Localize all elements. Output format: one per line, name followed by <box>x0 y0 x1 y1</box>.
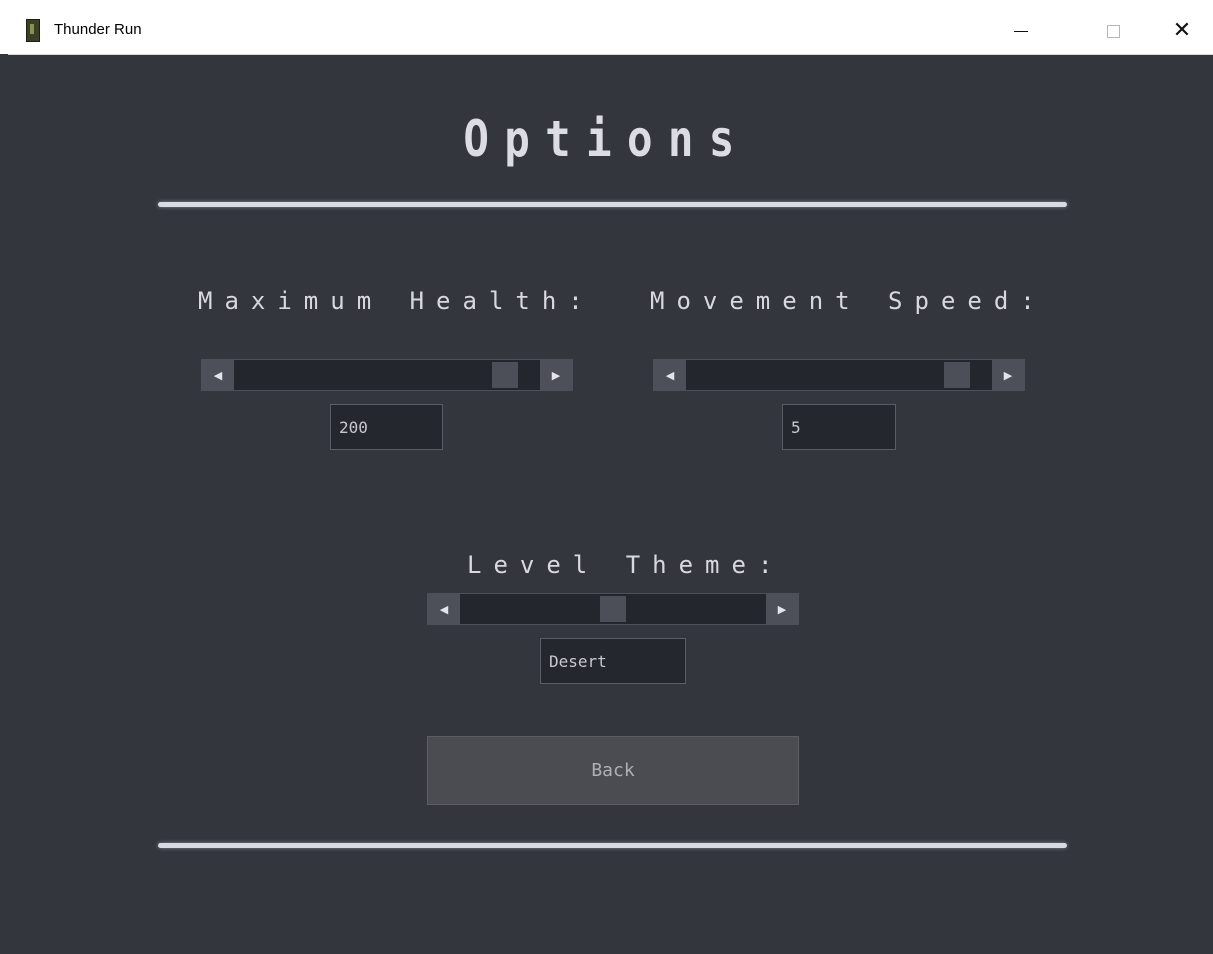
back-button[interactable]: Back <box>427 736 799 805</box>
move-speed-increase-button[interactable]: ▶ <box>992 360 1024 390</box>
move-speed-value: 5 <box>782 404 896 450</box>
maximize-icon <box>1106 24 1120 38</box>
arrow-right-icon: ▶ <box>1003 368 1013 382</box>
bottom-divider <box>158 843 1067 848</box>
level-theme-decrease-button[interactable]: ◀ <box>428 594 460 624</box>
max-health-value: 200 <box>330 404 443 450</box>
level-theme-thumb[interactable] <box>600 596 626 622</box>
level-theme-track[interactable] <box>460 594 766 624</box>
move-speed-label: Movement Speed: <box>650 287 1047 315</box>
close-button[interactable]: ✕ <box>1159 8 1205 54</box>
level-theme-value: Desert <box>540 638 686 684</box>
move-speed-track[interactable] <box>686 360 992 390</box>
maximize-button[interactable] <box>1090 8 1136 54</box>
page-title: Options <box>463 110 750 168</box>
move-speed-slider[interactable]: ◀ ▶ <box>653 359 1025 391</box>
arrow-right-icon: ▶ <box>551 368 561 382</box>
arrow-left-icon: ◀ <box>665 368 675 382</box>
window-title: Thunder Run <box>54 21 142 38</box>
window-titlebar: Thunder Run ✕ <box>0 0 1213 55</box>
max-health-increase-button[interactable]: ▶ <box>540 360 572 390</box>
minimize-button[interactable] <box>998 8 1044 54</box>
move-speed-thumb[interactable] <box>944 362 970 388</box>
level-theme-slider[interactable]: ◀ ▶ <box>427 593 799 625</box>
top-divider <box>158 202 1067 207</box>
max-health-slider[interactable]: ◀ ▶ <box>201 359 573 391</box>
move-speed-decrease-button[interactable]: ◀ <box>654 360 686 390</box>
arrow-left-icon: ◀ <box>213 368 223 382</box>
arrow-left-icon: ◀ <box>439 602 449 616</box>
max-health-label: Maximum Health: <box>198 287 595 315</box>
minimize-icon <box>1014 30 1028 32</box>
level-theme-label: Level Theme: <box>467 551 785 579</box>
level-theme-increase-button[interactable]: ▶ <box>766 594 798 624</box>
max-health-thumb[interactable] <box>492 362 518 388</box>
close-icon: ✕ <box>1172 18 1192 43</box>
arrow-right-icon: ▶ <box>777 602 787 616</box>
max-health-track[interactable] <box>234 360 540 390</box>
max-health-decrease-button[interactable]: ◀ <box>202 360 234 390</box>
window-edge <box>0 54 8 954</box>
app-icon <box>26 19 40 42</box>
